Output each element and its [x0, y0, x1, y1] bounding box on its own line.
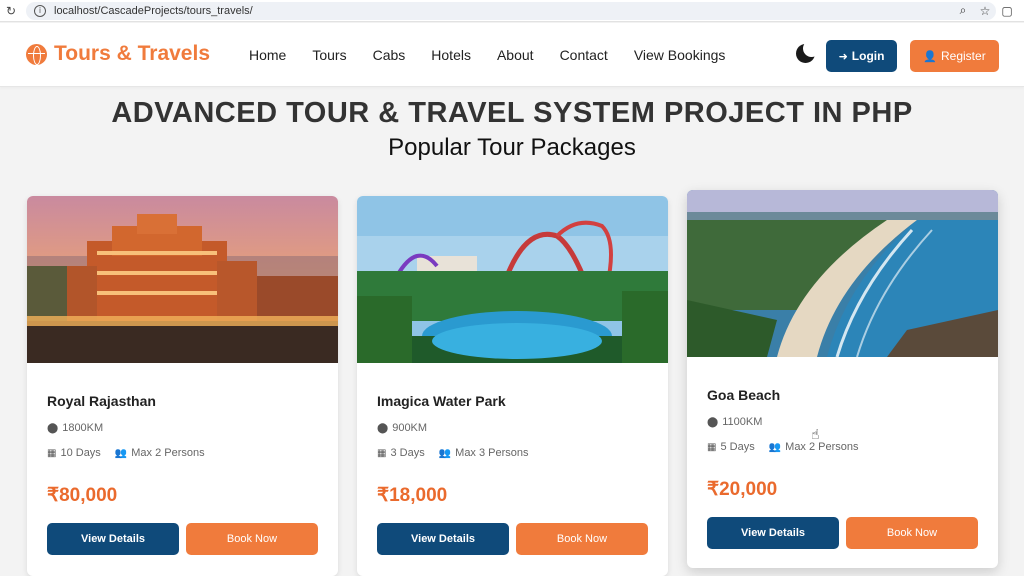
browser-toolbar: ↻ i localhost/CascadeProjects/tours_trav…: [0, 0, 1024, 22]
package-title: Goa Beach: [707, 387, 781, 403]
register-button[interactable]: 👤 Register: [910, 40, 999, 72]
package-duration-persons: ▦ 10 Days 👥 Max 2 Persons: [47, 447, 205, 459]
login-label: Login: [851, 49, 885, 63]
book-now-button[interactable]: Book Now: [516, 523, 648, 555]
package-card-royal-rajasthan: Royal Rajasthan ⬤ 1800KM ▦ 10 Days 👥 Max…: [27, 196, 338, 576]
user-plus-icon: 👤: [923, 49, 937, 63]
book-now-button[interactable]: Book Now: [846, 517, 978, 549]
map-marker-icon: ⬤: [377, 422, 389, 434]
package-price: ₹80,000: [47, 485, 118, 506]
map-marker-icon: ⬤: [47, 422, 59, 434]
view-details-button[interactable]: View Details: [377, 523, 509, 555]
duration-value: 3 Days: [390, 447, 425, 459]
nav-link-view-bookings[interactable]: View Bookings: [634, 47, 726, 63]
address-bar[interactable]: i localhost/CascadeProjects/tours_travel…: [26, 1, 996, 20]
distance-value: 900KM: [392, 422, 428, 434]
site-navbar: Tours & Travels Home Tours Cabs Hotels A…: [0, 23, 1024, 87]
info-icon[interactable]: i: [34, 4, 46, 17]
package-duration-persons: ▦ 3 Days 👥 Max 3 Persons: [377, 447, 529, 459]
package-image-water-park: [357, 196, 668, 363]
distance-value: 1100KM: [722, 416, 763, 428]
users-icon: 👥: [114, 447, 128, 459]
users-icon: 👥: [768, 441, 782, 453]
package-card-goa-beach: Goa Beach ⬤ 1100KM ▦ 5 Days 👥 Max 2 Pers…: [687, 190, 998, 568]
star-icon[interactable]: ☆: [974, 4, 996, 18]
extensions-icon[interactable]: ▢: [996, 4, 1018, 18]
calendar-icon: ▦: [47, 447, 57, 459]
book-now-button[interactable]: Book Now: [186, 523, 318, 555]
brand-logo[interactable]: Tours & Travels: [26, 42, 210, 66]
package-distance: ⬤ 1800KM: [47, 422, 103, 434]
calendar-icon: ▦: [377, 447, 387, 459]
nav-link-about[interactable]: About: [497, 47, 534, 63]
package-image-beach: [687, 190, 998, 357]
package-image-palace: [27, 196, 338, 363]
nav-link-cabs[interactable]: Cabs: [373, 47, 406, 63]
login-button[interactable]: ➜ Login: [826, 40, 897, 72]
nav-link-tours[interactable]: Tours: [312, 47, 346, 63]
nav-links: Home Tours Cabs Hotels About Contact Vie…: [249, 23, 751, 87]
persons-value: Max 3 Persons: [455, 447, 529, 459]
nav-link-home[interactable]: Home: [249, 47, 286, 63]
package-distance: ⬤ 1100KM: [707, 416, 762, 428]
zoom-icon[interactable]: ⌕: [952, 3, 974, 18]
map-marker-icon: ⬤: [707, 416, 719, 428]
package-title: Royal Rajasthan: [47, 393, 156, 409]
calendar-icon: ▦: [707, 441, 717, 453]
package-title: Imagica Water Park: [377, 393, 506, 409]
package-card-imagica-water-park: Imagica Water Park ⬤ 900KM ▦ 3 Days 👥 Ma…: [357, 196, 668, 576]
reload-icon[interactable]: ↻: [0, 0, 22, 22]
package-price: ₹18,000: [377, 485, 448, 506]
distance-value: 1800KM: [62, 422, 104, 434]
view-details-button[interactable]: View Details: [707, 517, 839, 549]
persons-value: Max 2 Persons: [785, 441, 859, 453]
users-icon: 👥: [438, 447, 452, 459]
moon-icon: [803, 40, 820, 57]
globe-icon: [26, 43, 47, 65]
persons-value: Max 2 Persons: [131, 447, 205, 459]
sign-in-icon: ➜: [838, 49, 848, 63]
address-url[interactable]: localhost/CascadeProjects/tours_travels/: [54, 5, 952, 17]
package-price: ₹20,000: [707, 479, 778, 500]
view-details-button[interactable]: View Details: [47, 523, 179, 555]
page-headline: ADVANCED TOUR & TRAVEL SYSTEM PROJECT IN…: [111, 97, 913, 129]
duration-value: 10 Days: [60, 447, 101, 459]
section-title: Popular Tour Packages: [388, 134, 636, 161]
package-duration-persons: ▦ 5 Days 👥 Max 2 Persons: [707, 441, 859, 453]
nav-link-contact[interactable]: Contact: [560, 47, 608, 63]
register-label: Register: [941, 49, 986, 63]
brand-name[interactable]: Tours & Travels: [54, 42, 210, 66]
package-distance: ⬤ 900KM: [377, 422, 427, 434]
duration-value: 5 Days: [720, 441, 755, 453]
nav-link-hotels[interactable]: Hotels: [431, 47, 471, 63]
hand-cursor-icon: ☝: [811, 427, 820, 443]
